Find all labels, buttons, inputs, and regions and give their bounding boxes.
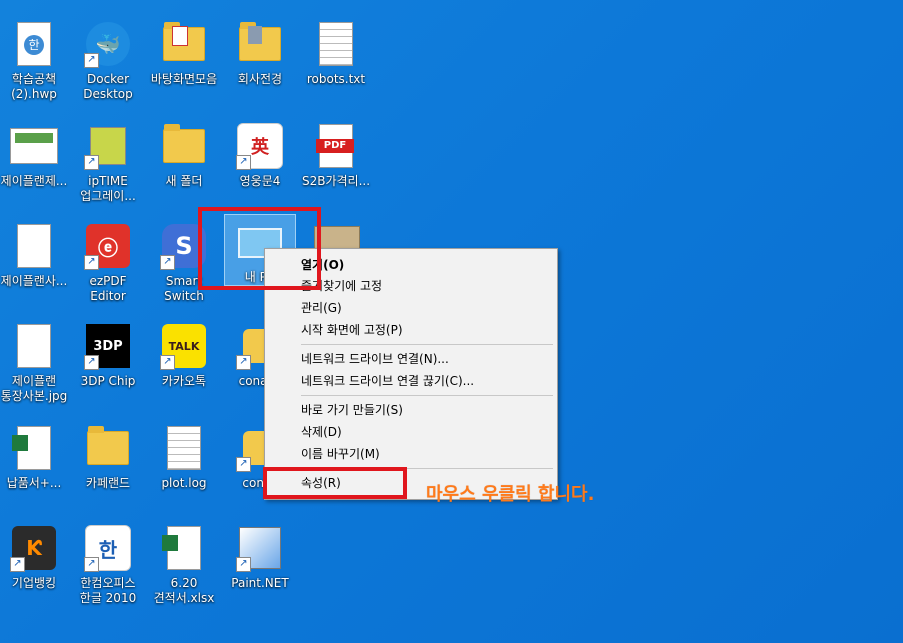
icon-label: 3DP Chip	[80, 374, 136, 388]
desktop-icon-jplan-bankbook[interactable]: 제이플랜 통장사본.jpg	[0, 318, 72, 414]
menu-item-rename[interactable]: 이름 바꾸기(M)	[266, 443, 556, 465]
shortcut-arrow-icon: ↗	[84, 557, 99, 572]
desktop-icon-jplan-image-2[interactable]: 제이플랜사...	[0, 218, 72, 314]
desktop-icon-3dp-chip[interactable]: 3DP ↗ 3DP Chip	[70, 318, 146, 414]
desktop-icon-hwp-notebook[interactable]: 한 학습공책 (2).hwp	[0, 16, 72, 112]
shortcut-arrow-icon: ↗	[236, 457, 251, 472]
icon-label: 제이플랜제...	[0, 174, 68, 188]
icon-label: 기업뱅킹	[11, 576, 57, 590]
desktop-icon-docker[interactable]: 🐳 ↗ Docker Desktop	[70, 16, 146, 112]
menu-item-map-network-drive[interactable]: 네트워크 드라이브 연결(N)...	[266, 348, 556, 370]
annotation-text: 마우스 우클릭 합니다.	[426, 484, 595, 505]
desktop-icon-delivery-excel[interactable]: 납품서+...	[0, 420, 72, 516]
icon-label: plot.log	[161, 476, 207, 490]
icon-label: 회사전경	[237, 72, 283, 86]
menu-separator	[301, 344, 553, 345]
shortcut-arrow-icon: ↗	[10, 557, 25, 572]
shortcut-arrow-icon: ↗	[236, 557, 251, 572]
desktop-icon-new-folder[interactable]: 새 폴더	[146, 118, 222, 214]
shortcut-arrow-icon: ↗	[84, 355, 99, 370]
icon-label: Docker Desktop	[83, 72, 133, 101]
icon-label: 6.20 견적서.xlsx	[153, 576, 215, 605]
icon-label: 영웅문4	[239, 174, 281, 188]
icon-label: 새 폴더	[165, 174, 203, 188]
shortcut-arrow-icon: ↗	[236, 355, 251, 370]
folder-icon	[163, 22, 205, 61]
menu-item-manage[interactable]: 관리(G)	[266, 297, 556, 319]
excel-file-icon	[12, 426, 51, 470]
image-file-icon	[17, 324, 51, 368]
icon-label: 학습공책 (2).hwp	[11, 72, 57, 101]
desktop-icon-kakaotalk[interactable]: TALK ↗ 카카오톡	[146, 318, 222, 414]
menu-separator	[301, 395, 553, 396]
shortcut-arrow-icon: ↗	[84, 155, 99, 170]
text-file-icon	[319, 22, 353, 66]
shortcut-arrow-icon: ↗	[236, 155, 251, 170]
menu-item-create-shortcut[interactable]: 바로 가기 만들기(S)	[266, 399, 556, 421]
icon-label: Paint.NET	[231, 576, 289, 590]
image-file-icon	[10, 128, 58, 164]
highlight-properties	[263, 467, 407, 499]
icon-label: robots.txt	[306, 72, 366, 86]
icon-label: ipTIME 업그레이...	[80, 174, 136, 203]
icon-label: 제이플랜사...	[0, 274, 68, 288]
excel-file-icon	[162, 526, 201, 570]
pdf-icon: PDF	[316, 124, 354, 168]
desktop-icon-corporate-banking[interactable]: Ƙ ↗ 기업뱅킹	[0, 520, 72, 616]
desktop-icon-jplan-image-1[interactable]: 제이플랜제...	[0, 118, 72, 214]
desktop-icon-cafeland[interactable]: 카페랜드	[70, 420, 146, 516]
icon-label: 납품서+...	[6, 476, 62, 490]
icon-label: 바탕화면모음	[150, 72, 218, 86]
desktop-icon-paintnet[interactable]: ↗ Paint.NET	[222, 520, 298, 616]
desktop-icon-ezpdf[interactable]: ⓔ ↗ ezPDF Editor	[70, 218, 146, 314]
shortcut-arrow-icon: ↗	[84, 255, 99, 270]
icon-label: ezPDF Editor	[89, 274, 127, 303]
icon-label: 카카오톡	[161, 374, 207, 388]
icon-label: 제이플랜 통장사본.jpg	[0, 374, 68, 403]
folder-icon	[239, 22, 281, 61]
desktop-icon-hancom-office[interactable]: 한 ↗ 한컴오피스 한글 2010	[70, 520, 146, 616]
shortcut-arrow-icon: ↗	[84, 53, 99, 68]
icon-label: 카페랜드	[85, 476, 131, 490]
hwp-document-icon: 한	[17, 22, 51, 66]
shortcut-arrow-icon: ↗	[160, 255, 175, 270]
folder-icon	[87, 426, 129, 465]
menu-item-pin-start[interactable]: 시작 화면에 고정(P)	[266, 319, 556, 341]
menu-item-delete[interactable]: 삭제(D)	[266, 421, 556, 443]
desktop-icon-iptime[interactable]: ↗ ipTIME 업그레이...	[70, 118, 146, 214]
desktop-icon-robots-txt[interactable]: robots.txt	[298, 16, 374, 112]
text-file-icon	[167, 426, 201, 470]
icon-label: S2B가격리...	[301, 174, 371, 188]
folder-icon	[163, 124, 205, 163]
image-file-icon	[17, 224, 51, 268]
desktop-icon-youngwoongmoon[interactable]: 英 ↗ 영웅문4	[222, 118, 298, 214]
menu-item-disconnect-network-drive[interactable]: 네트워크 드라이브 연결 끊기(C)...	[266, 370, 556, 392]
desktop-icon-s2b-pdf[interactable]: PDF S2B가격리...	[298, 118, 374, 214]
desktop-icon-company-folder[interactable]: 회사전경	[222, 16, 298, 112]
shortcut-arrow-icon: ↗	[160, 355, 175, 370]
desktop-icon-plot-log[interactable]: plot.log	[146, 420, 222, 516]
desktop-icon-quote-excel[interactable]: 6.20 견적서.xlsx	[146, 520, 222, 616]
highlight-this-pc	[198, 207, 321, 290]
desktop-icon-wallpaper-folder[interactable]: 바탕화면모음	[146, 16, 222, 112]
icon-label: 한컴오피스 한글 2010	[79, 576, 137, 605]
